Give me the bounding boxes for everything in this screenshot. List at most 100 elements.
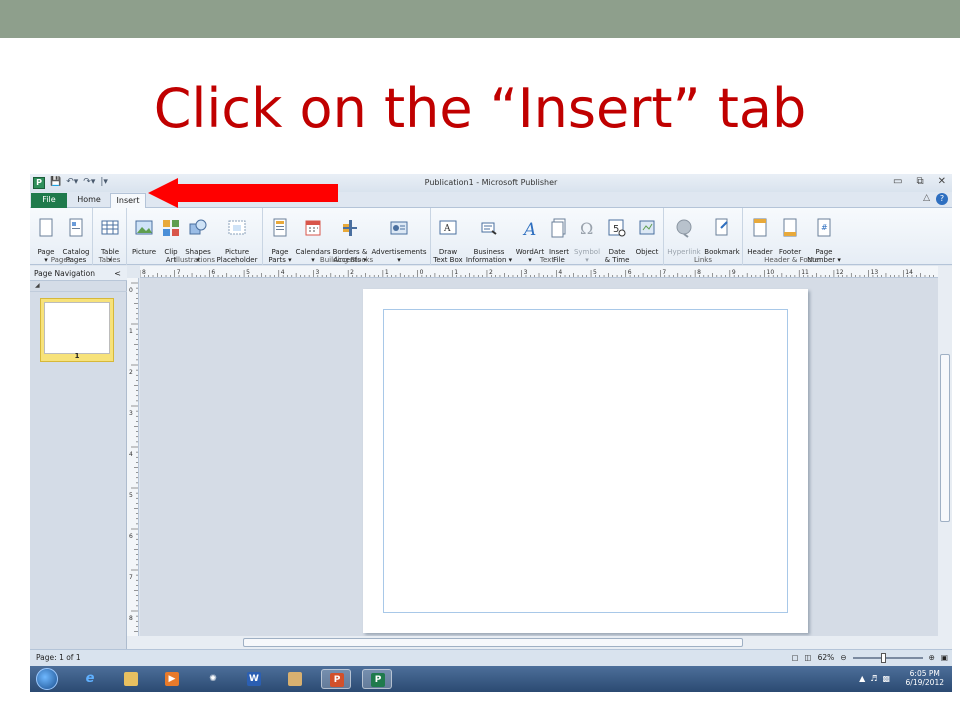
zoom-slider-knob[interactable] bbox=[880, 653, 886, 663]
start-button-icon[interactable] bbox=[36, 668, 58, 690]
two-page-view-icon[interactable]: ◫ bbox=[805, 650, 812, 666]
ruler-corner bbox=[127, 266, 140, 278]
file-explorer-icon[interactable] bbox=[116, 669, 146, 689]
header-label: Header bbox=[747, 248, 773, 256]
ruler-label: 4 bbox=[558, 269, 562, 276]
ruler-label: 10 bbox=[767, 269, 775, 276]
group-illustrations: Picture Clip Art Shapes ▾ Picture Placeh… bbox=[127, 208, 263, 265]
clock[interactable]: 6:05 PM 6/19/2012 bbox=[906, 669, 944, 687]
horizontal-scrollbar[interactable] bbox=[127, 636, 938, 649]
page-icon bbox=[39, 218, 53, 237]
tab-home[interactable]: Home bbox=[70, 193, 108, 208]
play-glyph-icon: ▶ bbox=[165, 672, 179, 686]
zoom-level: 62% bbox=[817, 653, 835, 662]
shapes-icon bbox=[189, 219, 207, 235]
vertical-scroll-thumb[interactable] bbox=[940, 354, 950, 522]
ruler-label: 13 bbox=[871, 269, 879, 276]
picture-button[interactable]: Picture bbox=[129, 210, 159, 256]
ruler-label: 12 bbox=[836, 269, 844, 276]
powerpoint-glyph-icon: P bbox=[330, 673, 344, 687]
group-text: A Draw Text Box Business Information ▾ A… bbox=[431, 208, 664, 265]
advertisements-icon bbox=[390, 221, 408, 235]
page-navigation-title: Page Navigation bbox=[34, 269, 95, 278]
tab-file[interactable]: File bbox=[31, 193, 67, 208]
ruler-label: 2 bbox=[489, 269, 493, 276]
network-icon[interactable]: ▩ bbox=[882, 674, 890, 683]
ie-glyph-icon: e bbox=[85, 671, 95, 686]
word-icon[interactable]: W bbox=[239, 669, 269, 689]
margin-guide bbox=[383, 309, 788, 613]
picture-icon bbox=[135, 220, 153, 235]
publisher-taskbar-icon[interactable]: P bbox=[362, 669, 392, 689]
clock-time: 6:05 PM bbox=[909, 669, 940, 678]
hyperlink-button[interactable]: Hyperlink bbox=[666, 210, 702, 256]
group-pages: Page ▾ Catalog Pages Pages bbox=[30, 208, 93, 265]
horizontal-scroll-thumb[interactable] bbox=[243, 638, 743, 647]
picture-placeholder-icon bbox=[228, 220, 246, 235]
single-page-view-icon[interactable]: ▢ bbox=[791, 650, 798, 666]
ruler-label: 5 bbox=[129, 492, 133, 499]
group-header-footer: Header Footer # Page Number ▾ Header & F… bbox=[743, 208, 843, 265]
calendars-icon bbox=[305, 220, 321, 236]
spider-app-icon[interactable]: ✺ bbox=[198, 669, 228, 689]
text-box-icon: A bbox=[439, 220, 457, 235]
media-player-icon[interactable]: ▶ bbox=[157, 669, 187, 689]
page-group-toggle[interactable]: ◢ bbox=[30, 282, 127, 292]
help-icon[interactable]: ? bbox=[936, 193, 948, 205]
system-tray: ▲ ♬ ▩ bbox=[859, 674, 890, 683]
object-button[interactable]: Object bbox=[632, 210, 662, 256]
tab-insert[interactable]: Insert bbox=[110, 193, 146, 208]
footer-button[interactable]: Footer bbox=[775, 210, 805, 256]
header-button[interactable]: Header bbox=[745, 210, 775, 256]
vertical-scrollbar[interactable] bbox=[938, 266, 952, 649]
tray-arrow-icon[interactable]: ▲ bbox=[859, 674, 865, 683]
paint-app-icon[interactable] bbox=[280, 669, 310, 689]
hyperlink-label: Hyperlink bbox=[667, 248, 701, 256]
minimize-icon[interactable]: ▭ bbox=[893, 176, 902, 187]
restore-icon[interactable]: ⧉ bbox=[916, 176, 923, 187]
zoom-out-icon[interactable]: ⊖ bbox=[840, 650, 846, 666]
header-icon bbox=[753, 218, 767, 237]
page-thumbnail-preview bbox=[44, 302, 110, 354]
horizontal-ruler: 8 7 6 5 4 3 2 1 0 1 2 3 4 5 6 7 8 9 10 11 12 13 14 bbox=[140, 266, 938, 278]
ruler-label: 1 bbox=[129, 328, 133, 335]
zoom-in-icon[interactable]: ⊕ bbox=[929, 650, 935, 666]
publisher-glyph-icon: P bbox=[371, 673, 385, 687]
ruler-label: 0 bbox=[129, 287, 133, 294]
internet-explorer-icon[interactable]: e bbox=[75, 669, 105, 689]
page-count-status: Page: 1 of 1 bbox=[36, 653, 81, 662]
page-parts-icon bbox=[273, 218, 287, 237]
fit-page-icon[interactable]: ▣ bbox=[941, 650, 948, 666]
bookmark-button[interactable]: Bookmark bbox=[702, 210, 742, 256]
globe-icon bbox=[676, 219, 692, 238]
ruler-label: 11 bbox=[801, 269, 809, 276]
footer-icon bbox=[783, 218, 797, 237]
powerpoint-icon[interactable]: P bbox=[321, 669, 351, 689]
date-time-icon: 5 bbox=[608, 219, 626, 237]
clip-art-icon bbox=[163, 220, 179, 236]
close-icon[interactable]: ✕ bbox=[938, 176, 946, 187]
triangle-down-icon: ◢ bbox=[35, 282, 40, 289]
minimize-ribbon-icon[interactable]: △ bbox=[923, 193, 930, 205]
ruler-label: 6 bbox=[628, 269, 632, 276]
ruler-label: 8 bbox=[697, 269, 701, 276]
page-thumbnail[interactable]: 1 bbox=[40, 298, 114, 362]
publisher-window: P 💾 ↶▾ ↷▾ |▾ Publication1 - Microsoft Pu… bbox=[30, 174, 952, 692]
page-thumbnail-number: 1 bbox=[74, 352, 80, 360]
collapse-pane-icon[interactable]: < bbox=[114, 266, 121, 281]
group-header-footer-label: Header & Footer bbox=[764, 256, 822, 264]
ruler-label: 8 bbox=[129, 615, 133, 622]
ruler-label: 2 bbox=[129, 369, 133, 376]
group-text-label: Text bbox=[539, 256, 555, 264]
volume-icon[interactable]: ♬ bbox=[870, 674, 877, 683]
business-information-icon bbox=[481, 222, 497, 235]
object-icon bbox=[639, 220, 655, 235]
footer-label: Footer bbox=[778, 248, 802, 256]
ruler-label: 3 bbox=[524, 269, 528, 276]
zoom-slider[interactable] bbox=[852, 653, 923, 663]
group-pages-label: Pages bbox=[50, 256, 72, 264]
page-navigation-pane: Page Navigation < ◢ 1 bbox=[30, 266, 127, 649]
zoom-controls: ▢ ◫ 62% ⊖ ⊕ ▣ bbox=[791, 650, 948, 666]
group-links-label: Links bbox=[694, 256, 712, 264]
publication-page[interactable] bbox=[363, 289, 808, 633]
